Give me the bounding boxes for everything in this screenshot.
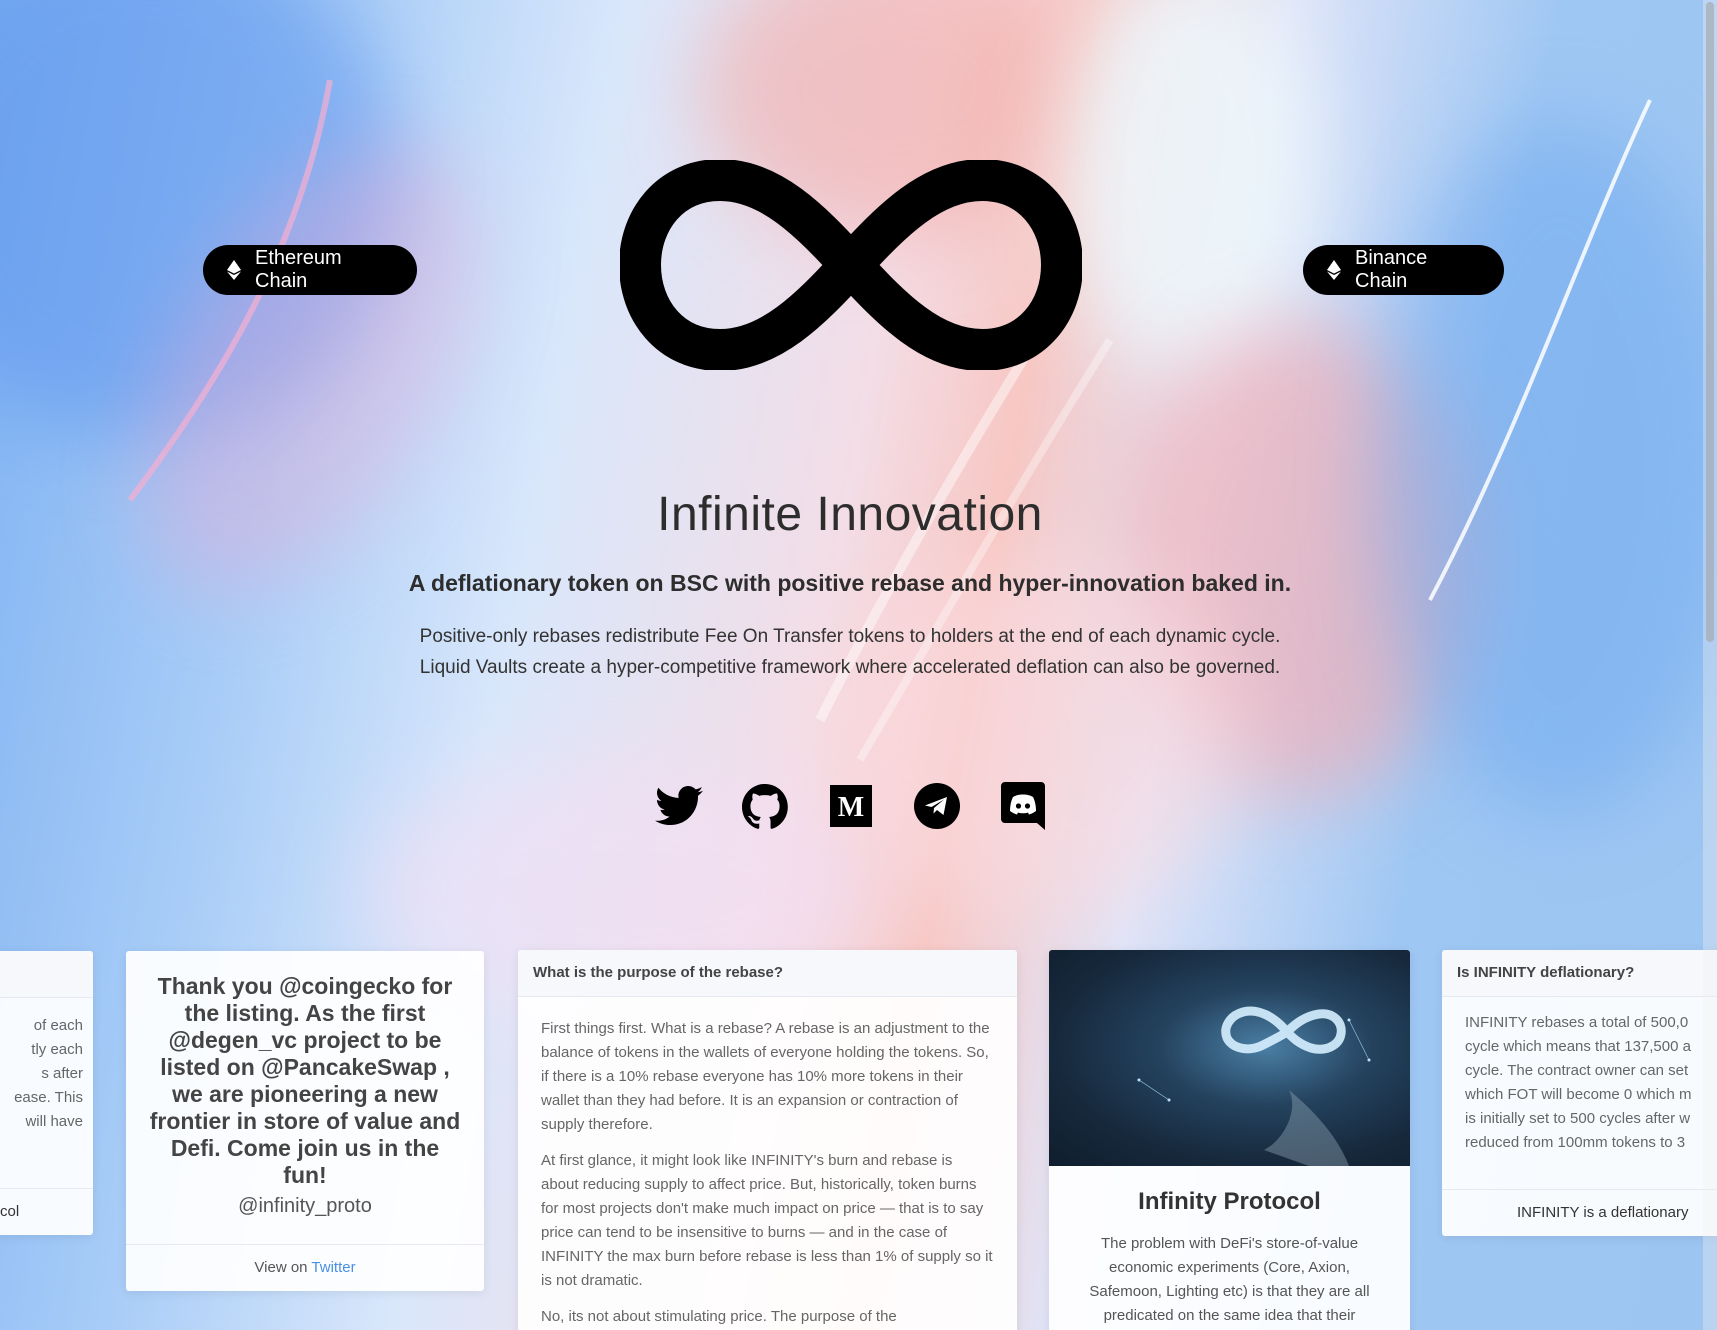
card-text-line: ease. This [14,1089,83,1106]
card-header: Is INFINITY deflationary? [1442,950,1717,997]
card-text-line: reduced from 100mm tokens to 3 [1465,1134,1686,1151]
binance-chain-button[interactable]: Binance Chain [1303,245,1504,295]
card-text-line: tly each [31,1041,83,1058]
card-text-line: of each [33,1017,83,1034]
hero-title: Infinite Innovation [657,488,1043,541]
protocol-title: Infinity Protocol [1138,1188,1321,1215]
protocol-card: Infinity Protocol The problem with DeFi'… [1049,950,1410,1330]
card-text-line: cycle. The contract owner can set [1465,1062,1689,1079]
ethereum-chain-button[interactable]: Ethereum Chain [203,245,417,295]
view-on-label: View on [254,1259,308,1276]
tweet-card: Thank you @coingecko for the listing. As… [126,951,484,1291]
binance-chain-label: Binance Chain [1355,247,1428,292]
ethereum-icon [227,260,241,280]
card-footer: INFINITY is a deflationary [1442,1189,1717,1236]
twitter-icon[interactable] [655,782,703,830]
social-links: M [655,782,1047,830]
hero-subtitle: A deflationary token on BSC with positiv… [408,570,1292,596]
card-footer: col [0,1188,93,1235]
card-paragraph: First things first. What is a rebase? A … [541,1020,990,1133]
card-text-line: is initially set to 500 cycles after w [1465,1110,1691,1127]
svg-text:M: M [838,792,864,823]
page: Ethereum Chain Binance Chain Infinite In… [0,0,1717,1330]
protocol-text: The problem with DeFi's store-of-value e… [1089,1235,1370,1324]
card-body: INFINITY rebases a total of 500,0 cycle … [1442,997,1717,1169]
card-paragraph: At first glance, it might look like INFI… [541,1152,993,1289]
ethereum-icon [1327,260,1341,280]
hero-description-line: Liquid Vaults create a hyper-competitive… [419,657,1281,678]
tweet-handle: @infinity_proto [238,1195,372,1217]
ethereum-chain-label: Ethereum Chain [255,247,342,292]
card-body: of each tly each s after ease. This will… [0,998,93,1134]
card-body: First things first. What is a rebase? A … [518,997,1017,1330]
telegram-icon[interactable] [913,782,961,830]
hero-description-line: Positive-only rebases redistribute Fee O… [419,626,1281,647]
tweet-text: Thank you @coingecko for the listing. As… [149,973,461,1188]
medium-icon[interactable]: M [827,782,875,830]
github-icon[interactable] [741,782,789,830]
discord-icon[interactable] [999,782,1047,830]
hero-description: Positive-only rebases redistribute Fee O… [0,621,1700,683]
faq-card-deflationary: Is INFINITY deflationary? INFINITY rebas… [1442,950,1717,1236]
card-text-line: which FOT will become 0 which m [1465,1086,1692,1103]
scrollbar-thumb[interactable] [1706,2,1714,642]
card-text-line: s after [41,1065,83,1082]
tweet-footer: View on Twitter [126,1244,484,1291]
twitter-link[interactable]: Twitter [311,1259,355,1276]
card-text-line: cycle which means that 137,500 a [1465,1038,1691,1055]
protocol-image [1049,950,1410,1166]
card-header [0,951,93,998]
faq-card-rebase: What is the purpose of the rebase? First… [518,950,1017,1330]
card-text-line: will have [25,1113,83,1130]
card-text-line: INFINITY rebases a total of 500,0 [1465,1014,1689,1031]
card-paragraph: No, its not about stimulating price. The… [541,1308,897,1325]
scrollbar[interactable] [1703,0,1717,1330]
card-partial-left: of each tly each s after ease. This will… [0,951,93,1235]
card-header: What is the purpose of the rebase? [518,950,1017,997]
infinity-logo [620,160,1082,370]
